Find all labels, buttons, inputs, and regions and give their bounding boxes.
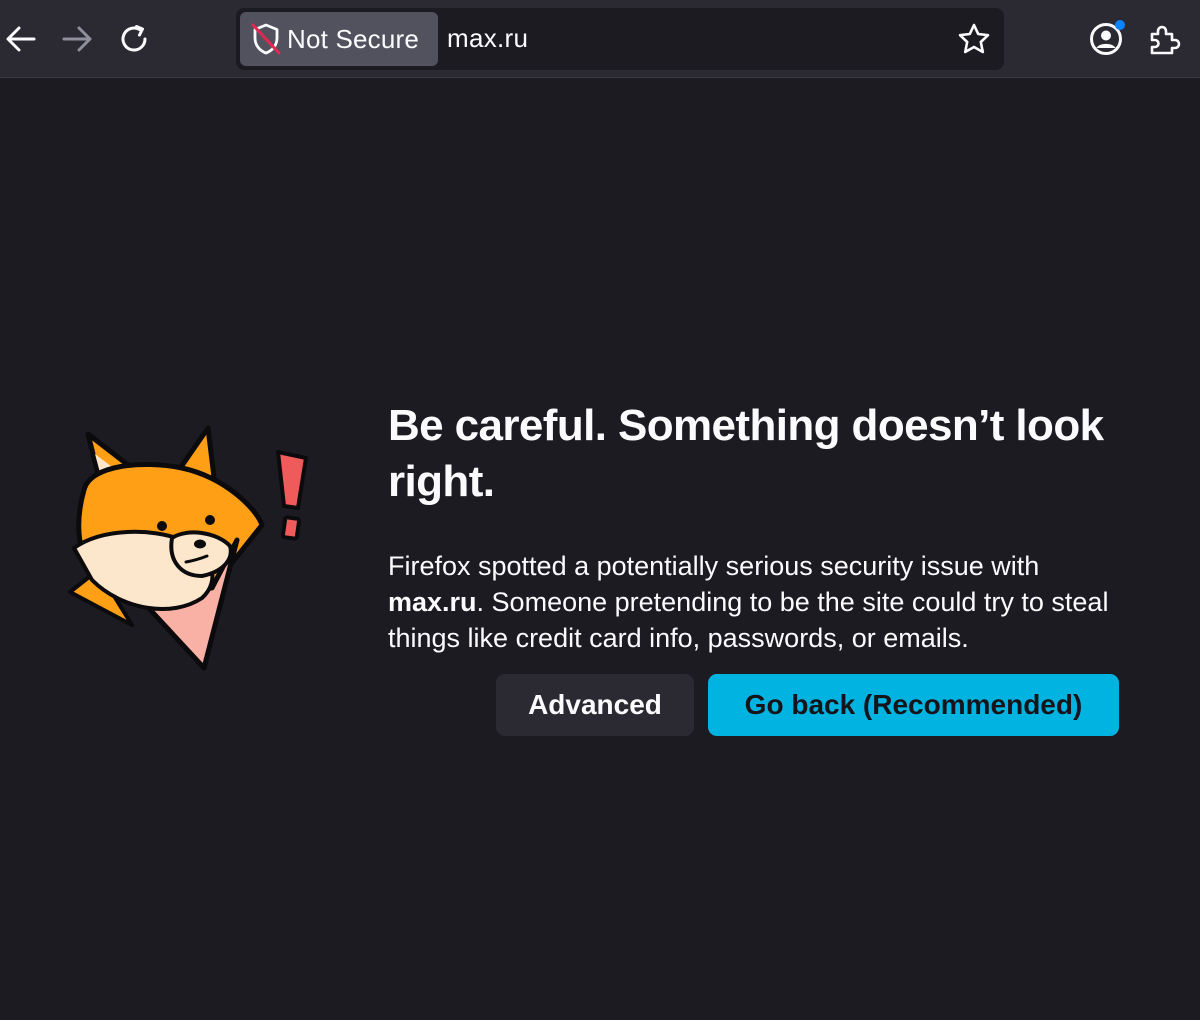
- reload-button[interactable]: [110, 14, 160, 64]
- arrow-right-icon: [62, 26, 92, 52]
- account-icon: [1090, 20, 1125, 55]
- arrow-left-icon: [6, 26, 36, 52]
- shield-slash-icon: [251, 23, 281, 55]
- error-content: Be careful. Something doesn’t look right…: [388, 398, 1148, 656]
- site-identity-button[interactable]: Not Secure: [240, 12, 438, 66]
- browser-toolbar: Not Secure max.ru: [0, 0, 1200, 78]
- description-prefix: Firefox spotted a potentially serious se…: [388, 551, 1040, 581]
- puzzle-icon: [1150, 25, 1181, 55]
- star-icon: [958, 23, 990, 54]
- not-secure-label: Not Secure: [287, 23, 420, 54]
- account-button[interactable]: [1081, 14, 1131, 64]
- go-back-button[interactable]: Go back (Recommended): [708, 674, 1119, 736]
- fox-alert-illustration: [68, 425, 308, 671]
- bookmark-button[interactable]: [954, 19, 994, 59]
- error-actions: Advanced Go back (Recommended): [496, 674, 1119, 736]
- notification-dot: [1115, 20, 1125, 30]
- description-host: max.ru: [388, 587, 477, 617]
- advanced-button[interactable]: Advanced: [496, 674, 694, 736]
- back-button[interactable]: [0, 14, 46, 64]
- url-text[interactable]: max.ru: [447, 23, 528, 54]
- error-description: Firefox spotted a potentially serious se…: [388, 548, 1128, 656]
- description-suffix: . Someone pretending to be the site coul…: [388, 587, 1109, 653]
- forward-button[interactable]: [52, 14, 102, 64]
- url-bar[interactable]: Not Secure max.ru: [236, 8, 1004, 70]
- reload-icon: [121, 25, 147, 52]
- extensions-button[interactable]: [1139, 14, 1189, 64]
- error-title: Be careful. Something doesn’t look right…: [388, 401, 1104, 506]
